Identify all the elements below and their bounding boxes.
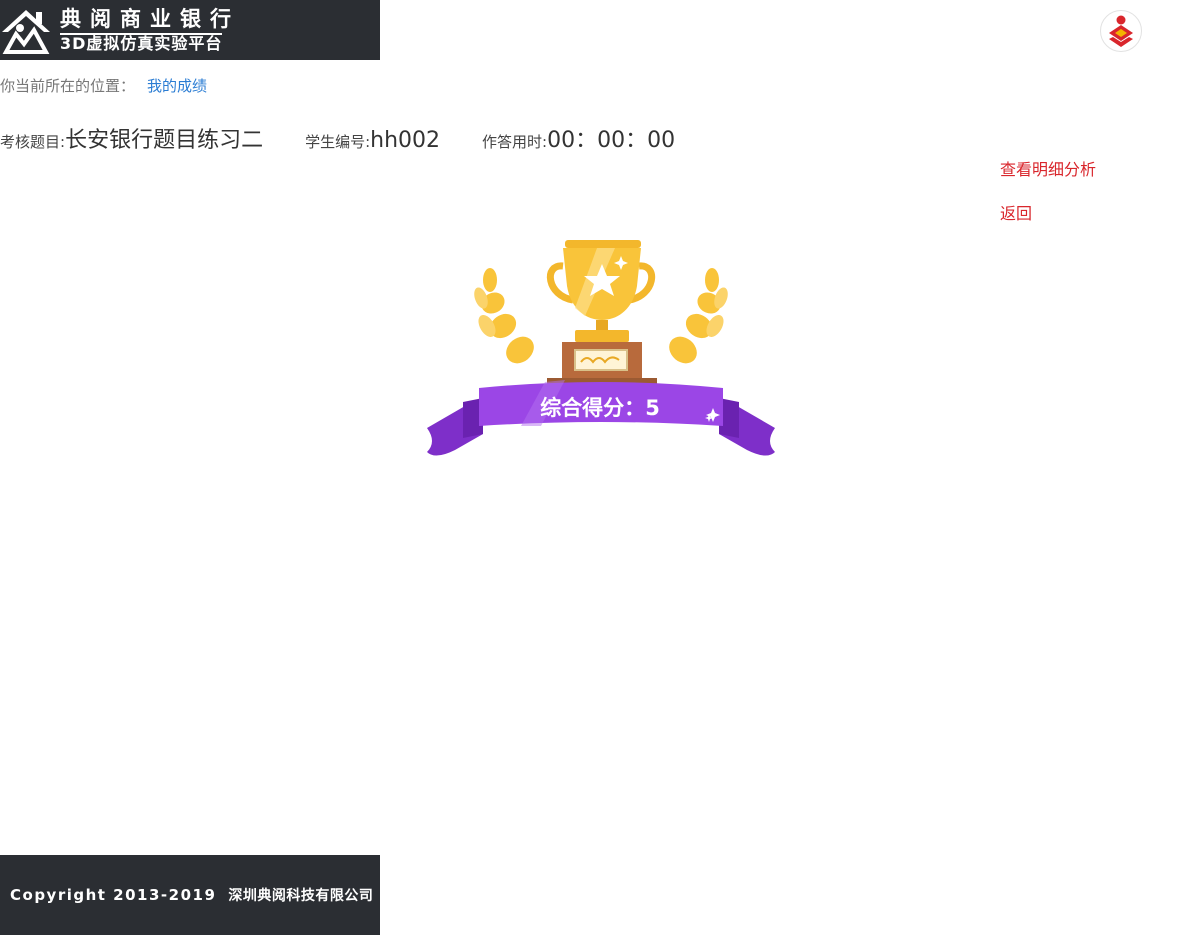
breadcrumb: 你当前所在的位置： 我的成绩 — [0, 75, 207, 96]
company-name: 深圳典阅科技有限公司 — [228, 888, 374, 904]
exam-info: 考核题目: 长安银行题目练习二 学生编号: hh002 作答用时: 00：00：… — [0, 122, 675, 154]
overall-score: 综合得分：5 — [480, 392, 720, 422]
view-detail-analysis-link[interactable]: 查看明细分析 — [1000, 156, 1096, 180]
action-links: 查看明细分析 返回 — [1000, 156, 1096, 244]
back-link[interactable]: 返回 — [1000, 200, 1096, 224]
footer: Copyright 2013-2019 深圳典阅科技有限公司 — [0, 855, 380, 935]
logo-title: 典阅商业银行 — [60, 6, 240, 31]
logo-subtitle: 3D虚拟仿真实验平台 — [60, 32, 223, 53]
copyright-text: Copyright 2013-2019 — [10, 886, 217, 904]
time-label: 作答用时: — [482, 133, 548, 151]
subject-label: 考核题目: — [0, 133, 66, 151]
student-label: 学生编号: — [305, 133, 371, 151]
trophy-icon — [427, 240, 775, 456]
score-label: 综合得分： — [540, 396, 646, 420]
house-logo-icon — [2, 10, 50, 54]
time-value: 00：00：00 — [547, 128, 676, 153]
subject-value: 长安银行题目练习二 — [65, 128, 264, 153]
breadcrumb-current[interactable]: 我的成绩 — [147, 77, 207, 95]
site-logo: 典阅商业银行 3D虚拟仿真实验平台 — [0, 0, 380, 60]
score-value: 5 — [645, 396, 660, 420]
user-avatar[interactable] — [1100, 10, 1142, 52]
student-id-value: hh002 — [370, 128, 441, 153]
user-avatar-icon — [1109, 15, 1133, 47]
breadcrumb-prefix: 你当前所在的位置： — [0, 77, 136, 95]
